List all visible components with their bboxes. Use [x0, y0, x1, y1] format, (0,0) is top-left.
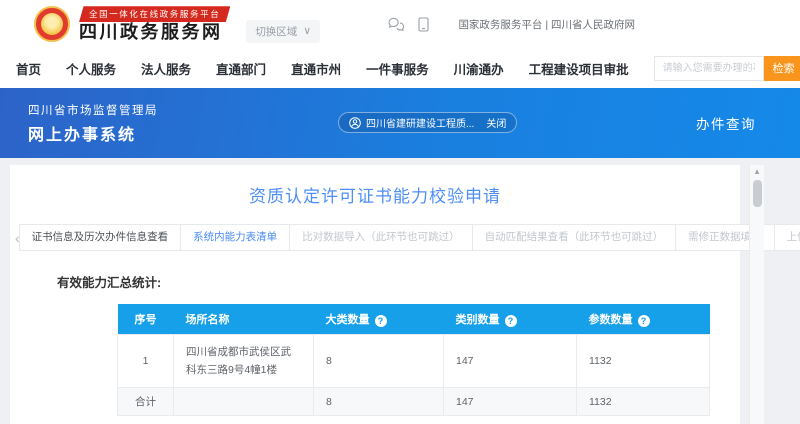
main-nav: 首页 个人服务 法人服务 直通部门 直通市州 一件事服务 川渝通办 工程建设项目…	[0, 48, 800, 88]
cell-param-count: 1132	[577, 334, 710, 388]
site-name: 四川政务服务网	[79, 22, 230, 44]
national-emblem-center	[41, 13, 63, 35]
close-user-pill-button[interactable]: 关闭	[486, 115, 506, 130]
summary-section-label: 有效能力汇总统计:	[57, 272, 740, 291]
nav-item-departments[interactable]: 直通部门	[216, 59, 266, 78]
step-tab-bar: ‹ 证书信息及历次办件信息查看 系统内能力表清单 比对数据导入（此环节也可跳过）…	[10, 224, 740, 251]
col-header-major-count-label: 大类数量	[326, 314, 370, 326]
nav-item-construction-approval[interactable]: 工程建设项目审批	[529, 59, 629, 78]
national-emblem-logo	[34, 6, 70, 42]
table-total-row: 合计 8 147 1132	[118, 388, 710, 416]
top-bar: 全国一体化在线政务服务平台 四川政务服务网 切换区域 ∨ 国家政务服务平台 | …	[0, 0, 800, 48]
tab-auto-match-results[interactable]: 自动匹配结果查看（此环节也可跳过）	[472, 224, 677, 251]
mobile-phone-icon[interactable]	[418, 17, 429, 32]
nav-item-personal-services[interactable]: 个人服务	[66, 59, 116, 78]
table-row: 1 四川省成都市武侯区武科东三路9号4幢1楼 8 147 1132	[118, 334, 710, 388]
tab-capability-list[interactable]: 系统内能力表清单	[180, 224, 290, 251]
col-header-param-count: 参数数量?	[577, 304, 710, 334]
table-header-row: 序号 场所名称 大类数量? 类别数量? 参数数量?	[118, 304, 710, 334]
user-name: 四川省建研建设工程质...	[366, 115, 474, 130]
col-header-major-count: 大类数量?	[314, 304, 444, 334]
cell-no: 合计	[118, 388, 174, 416]
cell-site	[174, 388, 314, 416]
site-brand: 全国一体化在线政务服务平台 四川政务服务网	[79, 4, 230, 44]
cell-param-count: 1132	[577, 388, 710, 416]
help-icon[interactable]: ?	[505, 315, 517, 327]
col-header-type-count: 类别数量?	[444, 304, 577, 334]
help-icon[interactable]: ?	[375, 315, 387, 327]
vertical-scrollbar[interactable]: ▴	[749, 165, 764, 424]
cell-major-count: 8	[314, 334, 444, 388]
cell-major-count: 8	[314, 388, 444, 416]
col-header-no: 序号	[118, 304, 174, 334]
cell-no: 1	[118, 334, 174, 388]
capability-summary-table: 序号 场所名称 大类数量? 类别数量? 参数数量? 1 四川省成都市武侯	[117, 304, 710, 416]
region-switcher-label: 切换区域	[255, 24, 297, 39]
cell-type-count: 147	[444, 334, 577, 388]
tab-certificate-info[interactable]: 证书信息及历次办件信息查看	[19, 224, 182, 251]
nav-item-chuanyu[interactable]: 川渝通办	[454, 59, 504, 78]
platform-banner: 全国一体化在线政务服务平台	[79, 6, 230, 22]
col-header-param-count-label: 参数数量	[589, 314, 633, 326]
application-query-link[interactable]: 办件查询	[696, 113, 756, 133]
portal-links[interactable]: 国家政务服务平台 | 四川省人民政府网	[458, 17, 635, 32]
user-icon	[349, 117, 361, 129]
nav-search: 检索	[654, 56, 800, 81]
content-area: 资质认定许可证书能力校验申请 ‹ 证书信息及历次办件信息查看 系统内能力表清单 …	[0, 158, 800, 424]
col-header-site: 场所名称	[174, 304, 314, 334]
chevron-down-icon: ∨	[303, 25, 311, 37]
nav-item-legal-person-services[interactable]: 法人服务	[141, 59, 191, 78]
logged-in-user-pill: 四川省建研建设工程质... 关闭	[338, 112, 517, 133]
search-input[interactable]	[654, 56, 764, 81]
topbar-right: 国家政务服务平台 | 四川省人民政府网	[388, 17, 635, 32]
nav-item-one-thing-service[interactable]: 一件事服务	[366, 59, 429, 78]
wechat-icon[interactable]	[388, 17, 405, 31]
page-title: 资质认定许可证书能力校验申请	[10, 165, 740, 207]
tab-upload-evidence-label: 上传佐证	[787, 231, 800, 243]
nav-item-cities[interactable]: 直通市州	[291, 59, 341, 78]
system-banner: 四川省市场监督管理局 网上办事系统 四川省建研建设工程质... 关闭 办件查询	[0, 88, 800, 158]
scroll-up-icon[interactable]: ▴	[750, 165, 764, 178]
tab-upload-evidence[interactable]: 上传佐证 ›	[774, 224, 800, 251]
main-card: 资质认定许可证书能力校验申请 ‹ 证书信息及历次办件信息查看 系统内能力表清单 …	[10, 165, 740, 424]
region-switcher-button[interactable]: 切换区域 ∨	[246, 20, 320, 43]
help-icon[interactable]: ?	[638, 315, 650, 327]
tab-comparison-data-import[interactable]: 比对数据导入（此环节也可跳过）	[289, 224, 473, 251]
scrollbar-thumb[interactable]	[753, 180, 762, 207]
cell-type-count: 147	[444, 388, 577, 416]
cell-site: 四川省成都市武侯区武科东三路9号4幢1楼	[174, 334, 314, 388]
search-button[interactable]: 检索	[764, 56, 800, 81]
col-header-type-count-label: 类别数量	[456, 314, 500, 326]
nav-item-home[interactable]: 首页	[16, 59, 41, 78]
